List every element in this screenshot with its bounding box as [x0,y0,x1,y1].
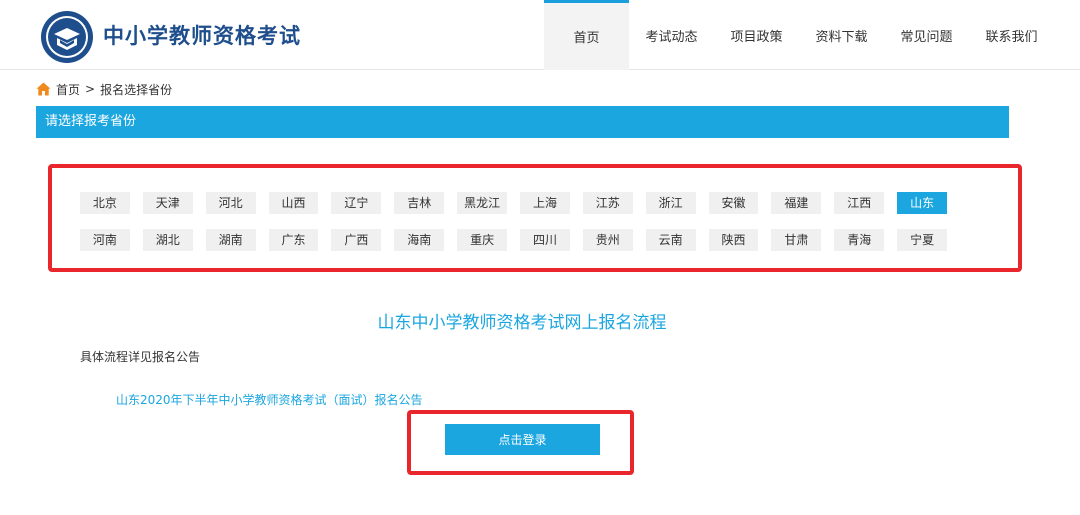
province-button[interactable]: 甘肃 [771,229,822,251]
province-button[interactable]: 上海 [520,192,570,214]
nav-home[interactable]: 首页 [544,0,629,70]
province-button[interactable]: 吉林 [394,192,445,214]
province-row-1: 北京 天津 河北 山西 辽宁 吉林 黑龙江 上海 江苏 浙江 安徽 福建 江西 山东 [80,192,960,214]
breadcrumb: 首页 > 报名选择省份 [36,80,172,98]
section-title-bar: 请选择报考省份 [36,106,1009,138]
province-button[interactable]: 安徽 [708,192,759,214]
province-button[interactable]: 广东 [268,229,319,251]
registration-flow-note: 具体流程详见报名公告 [80,350,201,364]
province-button[interactable]: 辽宁 [331,192,382,214]
province-button[interactable]: 四川 [520,229,570,251]
home-icon [36,82,51,96]
province-button[interactable]: 河南 [80,229,130,251]
province-button[interactable]: 湖北 [142,229,193,251]
nav-exam-news[interactable]: 考试动态 [629,0,714,70]
province-button[interactable]: 天津 [142,192,193,214]
breadcrumb-separator: > [85,82,96,96]
province-button[interactable]: 山东 [897,192,948,214]
province-button[interactable]: 云南 [645,229,696,251]
province-button[interactable]: 福建 [771,192,822,214]
login-button[interactable]: 点击登录 [445,424,600,455]
province-button[interactable]: 黑龙江 [457,192,508,214]
breadcrumb-current: 报名选择省份 [100,82,173,97]
main-nav: 首页 考试动态 项目政策 资料下载 常见问题 联系我们 [544,0,1054,70]
province-button[interactable]: 山西 [268,192,319,214]
province-button[interactable]: 北京 [80,192,130,214]
province-button[interactable]: 河北 [205,192,256,214]
province-button[interactable]: 贵州 [582,229,633,251]
province-row-2: 河南 湖北 湖南 广东 广西 海南 重庆 四川 贵州 云南 陕西 甘肃 青海 宁夏 [80,229,960,251]
province-button[interactable]: 重庆 [457,229,508,251]
province-button[interactable]: 湖南 [205,229,256,251]
site-title: 中小学教师资格考试 [103,24,301,48]
province-button[interactable]: 海南 [394,229,445,251]
province-button[interactable]: 广西 [331,229,382,251]
province-button[interactable]: 青海 [834,229,885,251]
nav-policy[interactable]: 项目政策 [714,0,799,70]
province-button[interactable]: 浙江 [645,192,696,214]
province-grid: 北京 天津 河北 山西 辽宁 吉林 黑龙江 上海 江苏 浙江 安徽 福建 江西 山东 河南 湖北 湖南 广东 广西… [80,192,960,266]
site-header: 中小学教师资格考试 首页 考试动态 项目政策 资料下载 常见问题 联系我们 [0,0,1080,70]
province-button[interactable]: 江西 [834,192,885,214]
registration-flow-title: 山东中小学教师资格考试网上报名流程 [377,313,667,333]
province-button[interactable]: 陕西 [708,229,759,251]
province-button[interactable]: 宁夏 [897,229,948,251]
registration-notice-link[interactable]: 山东2020年下半年中小学教师资格考试（面试）报名公告 [116,391,423,408]
nav-downloads[interactable]: 资料下载 [799,0,884,70]
province-button[interactable]: 江苏 [582,192,633,214]
site-logo-icon [41,11,93,63]
breadcrumb-home-link[interactable]: 首页 [56,81,80,98]
nav-faq[interactable]: 常见问题 [884,0,969,70]
nav-contact[interactable]: 联系我们 [969,0,1054,70]
